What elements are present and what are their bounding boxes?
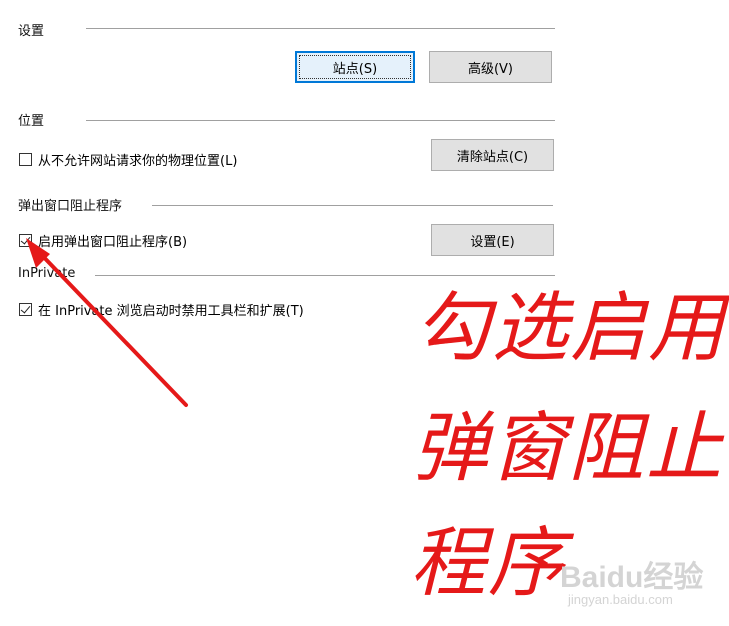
annotation-line-2: 弹窗阻止	[412, 403, 724, 492]
annotation-line-3: 程序	[410, 518, 566, 607]
annotation-line-1: 勾选启用	[414, 283, 726, 372]
baidu-watermark-logo: Baidu经验	[560, 561, 704, 594]
baidu-watermark-url: jingyan.baidu.com	[568, 592, 673, 607]
